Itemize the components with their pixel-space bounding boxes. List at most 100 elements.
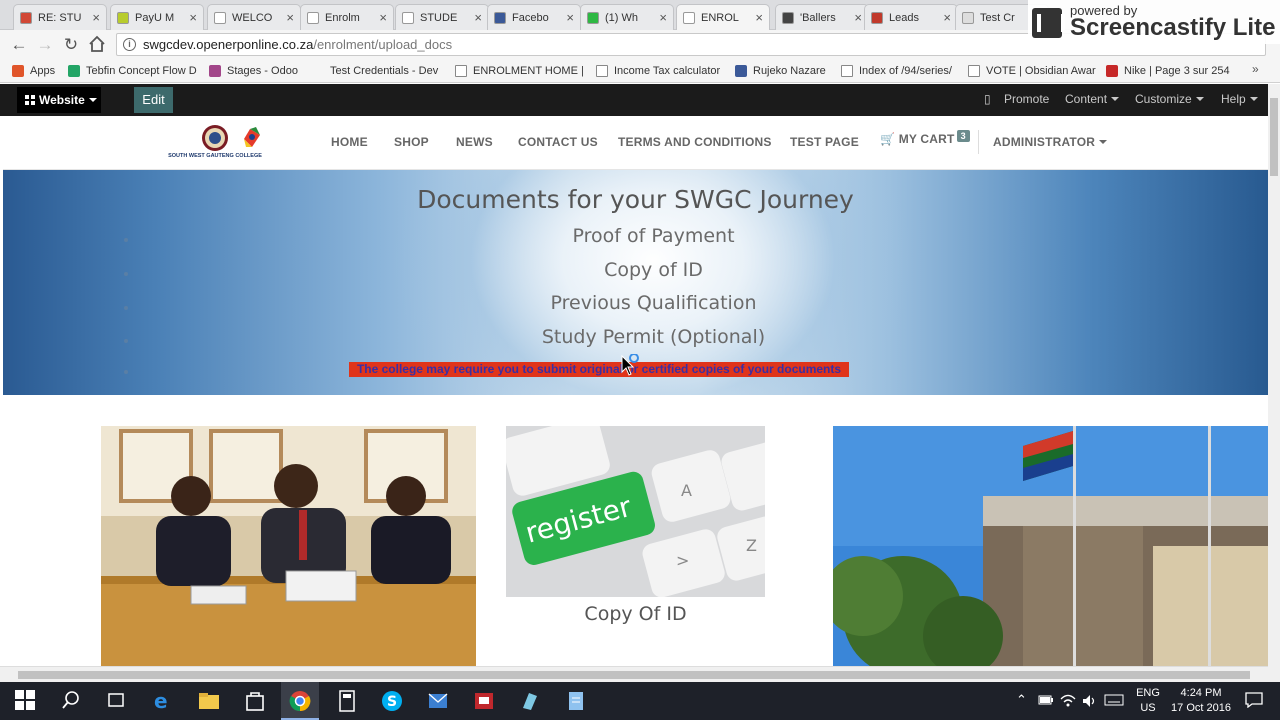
nav-contact-us[interactable]: CONTACT US: [518, 135, 598, 149]
browser-tab[interactable]: Leads ×: [864, 4, 958, 30]
skype-icon[interactable]: S: [381, 690, 403, 712]
website-menu-button[interactable]: Website: [17, 87, 101, 113]
bookmark-label: Index of /94/series/: [859, 65, 952, 77]
browser-tab[interactable]: (1) Wh ×: [580, 4, 674, 30]
browser-tab[interactable]: 'Ballers ×: [775, 4, 869, 30]
browser-tab[interactable]: Facebo ×: [487, 4, 581, 30]
bookmark-label: Apps: [30, 65, 56, 77]
browser-tab[interactable]: PayU M ×: [110, 4, 204, 30]
volume-icon[interactable]: [1082, 694, 1098, 711]
bookmarks-overflow-icon[interactable]: »: [1252, 62, 1259, 76]
tab-close-icon[interactable]: ×: [474, 10, 482, 25]
back-icon[interactable]: ←: [9, 35, 29, 55]
system-clock[interactable]: 4:24 PM 17 Oct 2016: [1168, 686, 1234, 716]
college-logo[interactable]: SOUTH WEST GAUTENG COLLEGE: [160, 121, 270, 167]
tab-close-icon[interactable]: ×: [189, 10, 197, 25]
screencastify-brand-text: Screencastify Lite: [1070, 14, 1276, 41]
task-view-icon[interactable]: [106, 690, 128, 712]
bookmark-item[interactable]: Nike | Page 3 sur 254: [1106, 63, 1230, 79]
edge-browser-icon[interactable]: e: [152, 689, 174, 713]
page-icon: [596, 65, 608, 77]
customize-menu[interactable]: Customize: [1135, 92, 1204, 106]
website-label: Website: [39, 93, 85, 107]
battery-icon[interactable]: [1038, 694, 1054, 709]
nav-shop[interactable]: SHOP: [394, 135, 429, 149]
nav-news[interactable]: NEWS: [456, 135, 493, 149]
help-menu[interactable]: Help: [1221, 92, 1258, 106]
calculator-icon[interactable]: [336, 690, 358, 712]
tab-close-icon[interactable]: ×: [943, 10, 951, 25]
promote-menu[interactable]: Promote: [1004, 92, 1049, 106]
browser-tab[interactable]: ENROL ×: [676, 4, 770, 30]
chrome-taskbar-active[interactable]: [281, 682, 319, 720]
clock-date: 17 Oct 2016: [1171, 702, 1231, 714]
keyboard-icon[interactable]: [1104, 694, 1124, 709]
tab-favicon-icon: [782, 11, 794, 24]
horizontal-scroll-thumb[interactable]: [18, 671, 1250, 679]
action-center-icon[interactable]: [1245, 692, 1263, 711]
app-icon[interactable]: [519, 690, 541, 712]
mouse-cursor-icon: [621, 354, 639, 376]
bookmark-item[interactable]: Rujeko Nazare: [735, 63, 826, 79]
tab-close-icon[interactable]: ×: [566, 10, 574, 25]
browser-tab[interactable]: RE: STU ×: [13, 4, 107, 30]
tab-favicon-icon: [871, 11, 883, 24]
clock-time: 4:24 PM: [1180, 687, 1222, 699]
tab-close-icon[interactable]: ×: [92, 10, 100, 25]
bookmark-item[interactable]: Test Credentials - Dev: [312, 63, 438, 79]
mail-app-icon[interactable]: [427, 690, 449, 712]
tab-close-icon[interactable]: ×: [379, 10, 387, 25]
nav-home[interactable]: HOME: [331, 135, 368, 149]
nav-test-page[interactable]: TEST PAGE: [790, 135, 859, 149]
page-icon: [841, 65, 853, 77]
site-info-icon[interactable]: i: [123, 38, 136, 51]
bookmark-item[interactable]: ENROLMENT HOME |: [455, 63, 584, 79]
wifi-icon[interactable]: [1060, 694, 1076, 711]
horizontal-scrollbar[interactable]: [0, 666, 1268, 682]
browser-tab[interactable]: Enrolm ×: [300, 4, 394, 30]
svg-text:S: S: [387, 694, 397, 710]
tab-close-icon[interactable]: ×: [854, 10, 862, 25]
reload-icon[interactable]: ↻: [61, 35, 81, 55]
tab-close-icon[interactable]: ×: [286, 10, 294, 25]
windows-start-icon[interactable]: [15, 690, 37, 712]
vertical-scrollbar[interactable]: [1268, 84, 1280, 682]
forward-icon[interactable]: →: [35, 35, 55, 55]
svg-text:e: e: [154, 690, 168, 712]
bookmark-item[interactable]: Stages - Odoo: [209, 63, 298, 79]
content-menu[interactable]: Content: [1065, 92, 1120, 106]
store-icon[interactable]: [244, 690, 266, 712]
mobile-preview-icon[interactable]: ▯: [984, 92, 991, 106]
browser-tab[interactable]: WELCO ×: [207, 4, 301, 30]
remote-desktop-icon[interactable]: [473, 690, 495, 712]
notepad-icon[interactable]: [565, 690, 587, 712]
bookmark-item[interactable]: Tebfin Concept Flow D: [68, 63, 197, 79]
search-icon[interactable]: [61, 690, 83, 712]
tab-title: (1) Wh: [605, 11, 638, 24]
tab-close-icon[interactable]: ×: [659, 10, 667, 25]
show-hidden-icons-icon[interactable]: ⌃: [1016, 692, 1027, 708]
nav-terms-and-conditions[interactable]: TERMS AND CONDITIONS: [618, 135, 772, 149]
customize-label: Customize: [1135, 92, 1192, 106]
browser-tab[interactable]: STUDE ×: [395, 4, 489, 30]
cart-icon: 🛒: [880, 132, 896, 146]
region-code: US: [1140, 702, 1156, 714]
cart-label: MY CART: [898, 132, 955, 146]
vertical-scroll-thumb[interactable]: [1270, 98, 1278, 176]
bookmark-item[interactable]: Income Tax calculator: [596, 63, 720, 79]
bookmark-item[interactable]: Apps: [12, 63, 55, 79]
chrome-icon: [289, 691, 311, 712]
tab-favicon-icon: [962, 11, 974, 24]
tab-title: WELCO: [232, 11, 273, 24]
nav-my-cart[interactable]: 🛒 MY CART 3: [880, 130, 970, 146]
tab-close-icon[interactable]: ×: [755, 10, 763, 25]
home-icon[interactable]: [87, 35, 107, 55]
file-explorer-icon[interactable]: [198, 690, 220, 712]
bookmark-item[interactable]: VOTE | Obsidian Awar: [968, 63, 1096, 79]
nav-administrator[interactable]: ADMINISTRATOR: [993, 135, 1108, 149]
bookmark-label: VOTE | Obsidian Awar: [986, 65, 1096, 77]
bookmark-item[interactable]: Index of /94/series/: [841, 63, 952, 79]
edit-button[interactable]: Edit: [134, 87, 173, 113]
sheets-icon: [68, 65, 80, 77]
language-indicator[interactable]: ENG US: [1130, 686, 1166, 716]
